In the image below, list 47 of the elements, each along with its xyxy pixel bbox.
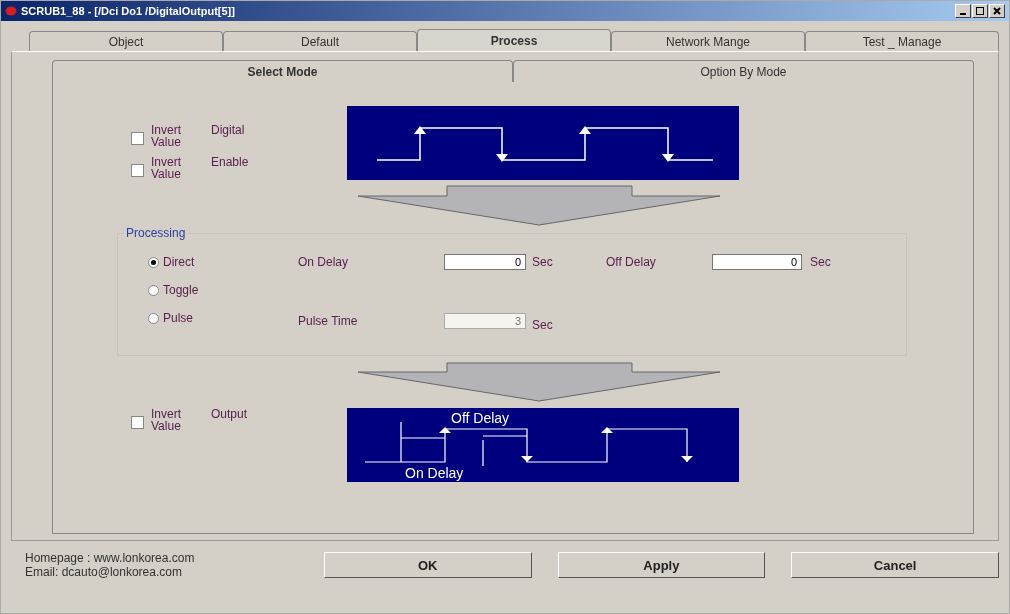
radio-button[interactable]: [148, 284, 159, 296]
dialog-button[interactable]: OK: [323, 552, 532, 578]
dialog-button[interactable]: Apply: [557, 552, 766, 578]
unit-label: Sec: [809, 255, 832, 269]
down-arrow-icon: [357, 184, 721, 226]
radio-label: Pulse: [163, 311, 194, 325]
homepage-text: Homepage : www.lonkorea.com: [25, 551, 196, 565]
tab[interactable]: Default: [223, 31, 417, 51]
signal-caption: Digital: [211, 124, 246, 136]
signal-caption: Enable: [211, 156, 250, 168]
close-button[interactable]: [989, 4, 1005, 18]
checkbox[interactable]: [131, 132, 144, 145]
unit-label: Sec: [531, 255, 554, 269]
radio-button[interactable]: [148, 312, 159, 324]
radio-button[interactable]: [148, 256, 159, 268]
checkbox-label: Invert Value: [151, 156, 182, 180]
minimize-button[interactable]: [955, 4, 971, 18]
tab[interactable]: Select Mode: [52, 60, 513, 82]
diagram-label: Off Delay: [451, 410, 510, 426]
radio-label: Direct: [163, 255, 195, 269]
checkbox-label: Invert Value: [151, 124, 182, 148]
tab[interactable]: Option By Mode: [513, 60, 974, 82]
maximize-button[interactable]: [972, 4, 988, 18]
tab[interactable]: Test _ Manage: [805, 31, 999, 51]
field-label: Pulse Time: [298, 314, 359, 328]
field-label: Off Delay: [606, 255, 657, 269]
tab[interactable]: Network Mange: [611, 31, 805, 51]
checkbox[interactable]: [131, 416, 144, 429]
email-text: Email: dcauto@lonkorea.com: [25, 565, 183, 579]
maximize-icon: [976, 7, 984, 15]
diagram-label: On Delay: [405, 465, 464, 481]
down-arrow-icon: [357, 362, 721, 402]
radio-label: Toggle: [163, 283, 199, 297]
app-icon: [5, 6, 17, 16]
tab[interactable]: Object: [29, 31, 223, 51]
unit-label: Sec: [531, 318, 554, 332]
tab[interactable]: Process: [417, 29, 611, 51]
input-field[interactable]: 0: [712, 254, 802, 270]
checkbox-label: Invert Value: [151, 408, 182, 432]
dialog-button[interactable]: Cancel: [791, 552, 999, 578]
field-label: On Delay: [298, 255, 350, 269]
input-field[interactable]: 0: [444, 254, 526, 270]
signal-caption: Output: [211, 408, 249, 420]
window-title: SCRUB1_88 - [/Dci Do1 /DigitalOutput[5]]: [21, 5, 235, 17]
checkbox[interactable]: [131, 164, 144, 177]
group-title: Processing: [125, 226, 187, 240]
close-icon: [993, 7, 1001, 15]
